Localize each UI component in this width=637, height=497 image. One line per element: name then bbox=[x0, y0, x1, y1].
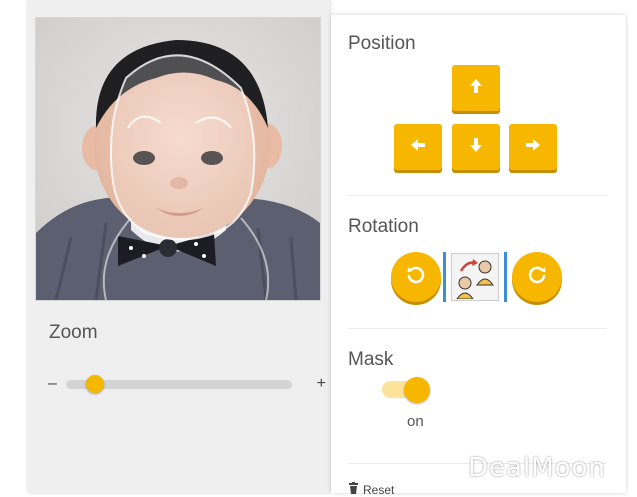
reset-label: Reset bbox=[363, 482, 395, 497]
arrow-left-icon bbox=[410, 137, 426, 158]
section-divider bbox=[348, 195, 607, 196]
section-divider bbox=[348, 328, 607, 329]
mask-toggle-knob bbox=[404, 377, 430, 403]
flip-thumbnail-icon bbox=[451, 253, 499, 301]
controls-panel: Position Rotation Mask on Reset bbox=[331, 15, 626, 497]
zoom-label: Zoom bbox=[49, 322, 98, 343]
photo-preview[interactable] bbox=[35, 17, 321, 301]
rotate-left-button[interactable] bbox=[391, 252, 441, 302]
rotate-right-icon bbox=[527, 265, 547, 290]
arrow-down-icon bbox=[468, 137, 484, 158]
rotate-right-button[interactable] bbox=[512, 252, 562, 302]
photo-panel: Zoom – + bbox=[28, 0, 330, 493]
position-title: Position bbox=[348, 33, 416, 54]
rotation-title: Rotation bbox=[348, 216, 419, 237]
watermark-logo: DealMoon bbox=[468, 453, 606, 483]
zoom-in-icon[interactable]: + bbox=[317, 372, 326, 396]
mask-title: Mask bbox=[348, 349, 394, 370]
arrow-right-icon bbox=[525, 137, 541, 158]
move-up-button[interactable] bbox=[452, 65, 500, 111]
baby-photo bbox=[36, 18, 320, 300]
rotate-left-icon bbox=[406, 265, 426, 290]
zoom-out-icon[interactable]: – bbox=[48, 372, 57, 396]
reset-button[interactable]: Reset bbox=[348, 482, 394, 497]
arrow-up-icon bbox=[468, 78, 484, 99]
zoom-slider[interactable] bbox=[66, 375, 292, 393]
zoom-slider-row: – + bbox=[48, 372, 326, 396]
mask-state-label: on bbox=[407, 413, 424, 430]
move-down-button[interactable] bbox=[452, 124, 500, 170]
flip-button[interactable] bbox=[443, 252, 507, 302]
move-right-button[interactable] bbox=[509, 124, 557, 170]
trash-icon bbox=[348, 482, 359, 497]
zoom-slider-thumb[interactable] bbox=[86, 375, 105, 393]
mask-toggle[interactable] bbox=[382, 377, 430, 403]
move-left-button[interactable] bbox=[394, 124, 442, 170]
